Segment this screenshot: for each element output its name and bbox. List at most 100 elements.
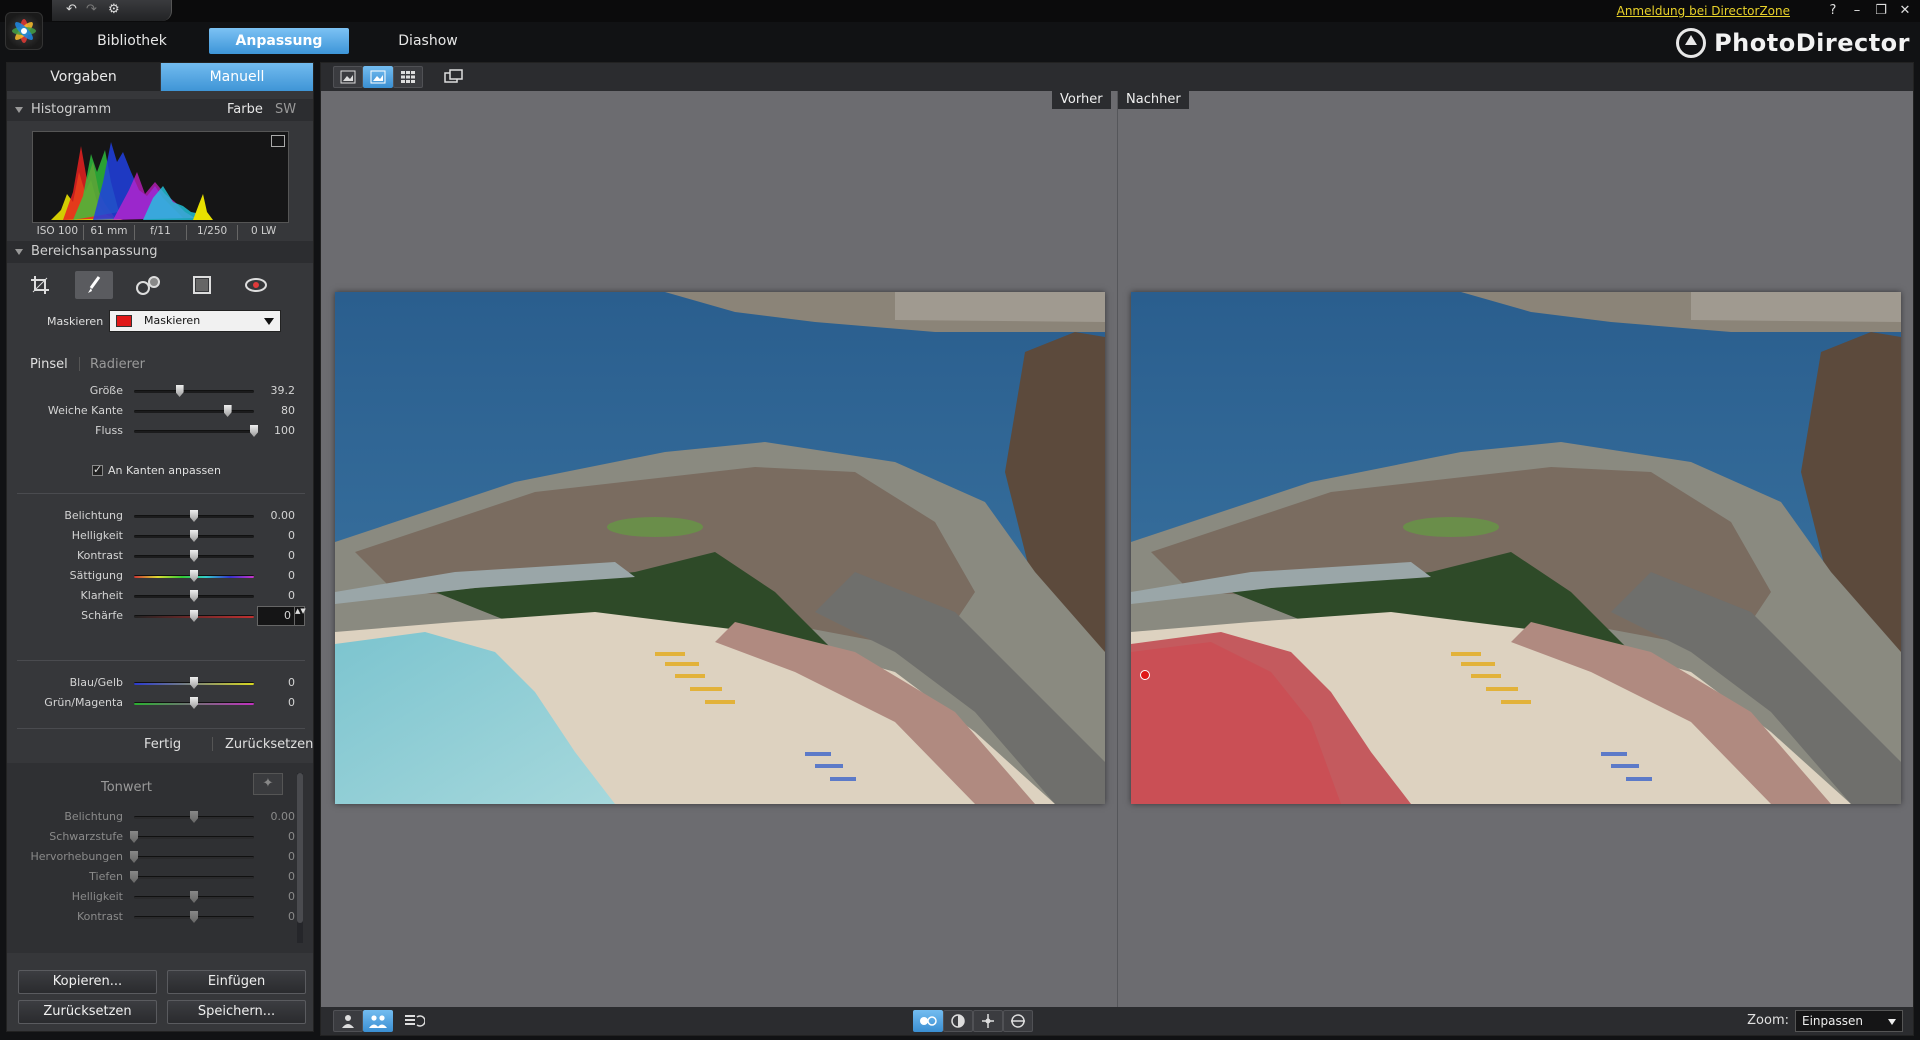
reset-region-button[interactable]: Zurücksetzen <box>225 737 313 752</box>
histogram-section-header[interactable]: Histogramm Farbe SW <box>7 99 313 121</box>
slider-handle[interactable] <box>190 530 198 542</box>
view-grid-button[interactable] <box>393 66 423 88</box>
restore-button[interactable]: ❐ <box>1872 3 1890 19</box>
auto-tone-pin-icon[interactable]: ✦ <box>253 773 283 795</box>
upload-arrow-icon[interactable] <box>1676 28 1707 58</box>
slider-track[interactable] <box>134 856 254 859</box>
tab-library[interactable]: Bibliothek <box>80 28 184 54</box>
histogram-mode-bw[interactable]: SW <box>275 99 296 121</box>
slider-value: 0 <box>288 549 295 562</box>
edge-adapt-checkbox[interactable] <box>92 463 103 476</box>
slider-handle[interactable] <box>130 831 138 843</box>
help-button[interactable]: ? <box>1824 3 1842 19</box>
tab-slideshow[interactable]: Diashow <box>378 28 478 54</box>
zoom-dropdown[interactable]: Einpassen <box>1795 1010 1903 1032</box>
red-eye-tool-button[interactable] <box>237 271 275 299</box>
slider-handle[interactable] <box>190 510 198 522</box>
slider-handle[interactable] <box>190 911 198 923</box>
slider-track[interactable] <box>134 876 254 879</box>
slider-row-tiefen: Tiefen 0 <box>7 867 313 887</box>
view-compare-button[interactable] <box>363 66 393 88</box>
photo-after[interactable] <box>1131 292 1901 804</box>
exif-info-bar: ISO 100 61 mm f/11 1/250 0 LW <box>32 225 289 240</box>
slider-handle[interactable] <box>223 405 232 417</box>
histogram-graph <box>32 131 289 223</box>
person-icon <box>342 1015 354 1028</box>
slider-handle[interactable] <box>190 590 198 602</box>
slider-value: 0.00 <box>270 810 296 823</box>
brush-tab[interactable]: Pinsel <box>30 357 68 372</box>
histogram-mode-color[interactable]: Farbe <box>227 99 263 121</box>
mask-pin-marker[interactable] <box>1140 670 1150 680</box>
mask-overlay-toggle-button[interactable] <box>913 1010 943 1032</box>
brand: PhotoDirector <box>1676 26 1910 60</box>
tab-presets[interactable]: Vorgaben <box>7 63 160 91</box>
gradient-tool-button[interactable] <box>183 271 221 299</box>
slider-value: 0 <box>288 676 295 689</box>
crop-tool-button[interactable] <box>21 271 59 299</box>
slider-row-fluss: Fluss 100 <box>7 421 313 441</box>
slider-handle[interactable] <box>175 385 184 397</box>
slider-handle[interactable] <box>190 697 198 709</box>
slider-track[interactable] <box>134 410 254 413</box>
exif-iso: ISO 100 <box>32 225 84 240</box>
region-adjust-section-header[interactable]: Bereichsanpassung <box>7 241 313 263</box>
spot-removal-tool-button[interactable] <box>129 271 167 299</box>
sync-icon <box>405 1015 425 1027</box>
slider-value: 80 <box>281 404 295 417</box>
zoom-label: Zoom: <box>1747 1013 1789 1028</box>
reset-all-button[interactable]: Zurücksetzen <box>18 1000 157 1024</box>
slider-handle[interactable] <box>190 891 198 903</box>
directorzone-login-link[interactable]: Anmeldung bei DirectorZone <box>1617 4 1790 18</box>
slider-handle[interactable] <box>190 570 198 582</box>
mask-dropdown[interactable]: Maskieren <box>109 310 281 332</box>
slider-handle[interactable] <box>190 677 198 689</box>
slider-label: Belichtung <box>64 810 123 823</box>
people-button[interactable] <box>363 1010 393 1032</box>
redo-icon[interactable]: ↷ <box>86 2 97 17</box>
eraser-tab[interactable]: Radierer <box>90 357 145 372</box>
tab-adjustment[interactable]: Anpassung <box>209 28 349 54</box>
slider-label: Grün/Magenta <box>44 696 123 709</box>
single-face-button[interactable] <box>333 1010 363 1032</box>
slider-track[interactable] <box>134 836 254 839</box>
horizon-button[interactable] <box>1003 1010 1033 1032</box>
edge-adapt-label: An Kanten anpassen <box>108 464 221 477</box>
sync-settings-button[interactable] <box>399 1010 429 1032</box>
view-viewer-button[interactable] <box>333 66 363 88</box>
second-display-button[interactable] <box>439 66 469 88</box>
copy-settings-button[interactable]: Kopieren... <box>18 970 157 994</box>
close-button[interactable]: ✕ <box>1896 3 1914 19</box>
photo-before[interactable] <box>335 292 1105 804</box>
split-view-button[interactable] <box>943 1010 973 1032</box>
brush-tool-button[interactable] <box>75 271 113 299</box>
alignment-button[interactable] <box>973 1010 1003 1032</box>
slider-handle[interactable] <box>130 851 138 863</box>
viewer-toolbar <box>321 63 1913 91</box>
slider-handle[interactable] <box>190 610 198 622</box>
slider-track[interactable] <box>134 430 254 433</box>
paste-settings-button[interactable]: Einfügen <box>167 970 306 994</box>
settings-gear-icon[interactable]: ⚙ <box>108 2 120 17</box>
slider-value: 0 <box>288 850 295 863</box>
slider-handle[interactable] <box>190 550 198 562</box>
slider-label: Sättigung <box>69 569 123 582</box>
minimize-button[interactable]: – <box>1848 3 1866 19</box>
slider-row-schärfe: Schärfe 0 ▲▼ <box>7 606 313 626</box>
photodirector-window: ↶ ↷ ⚙ Anmeldung bei DirectorZone ? – ❐ ✕… <box>0 0 1920 1040</box>
collapse-triangle-icon[interactable] <box>15 249 23 255</box>
undo-icon[interactable]: ↶ <box>66 2 77 17</box>
clipping-warning-icon[interactable] <box>271 135 285 147</box>
viewer-bottom-bar: Zoom: Einpassen <box>321 1007 1913 1035</box>
collapse-triangle-icon[interactable] <box>15 107 23 113</box>
tab-manual[interactable]: Manuell <box>161 63 313 91</box>
save-preset-button[interactable]: Speichern... <box>167 1000 306 1024</box>
slider-row-kontrast: Kontrast 0 <box>7 546 313 566</box>
slider-handle[interactable] <box>190 811 198 823</box>
slider-handle[interactable] <box>130 871 138 883</box>
done-button[interactable]: Fertig <box>144 737 181 752</box>
exif-aperture: f/11 <box>135 225 187 240</box>
spinner-arrows-icon[interactable]: ▲▼ <box>294 607 306 625</box>
slider-track[interactable] <box>134 390 254 393</box>
dual-monitor-icon <box>444 69 463 83</box>
